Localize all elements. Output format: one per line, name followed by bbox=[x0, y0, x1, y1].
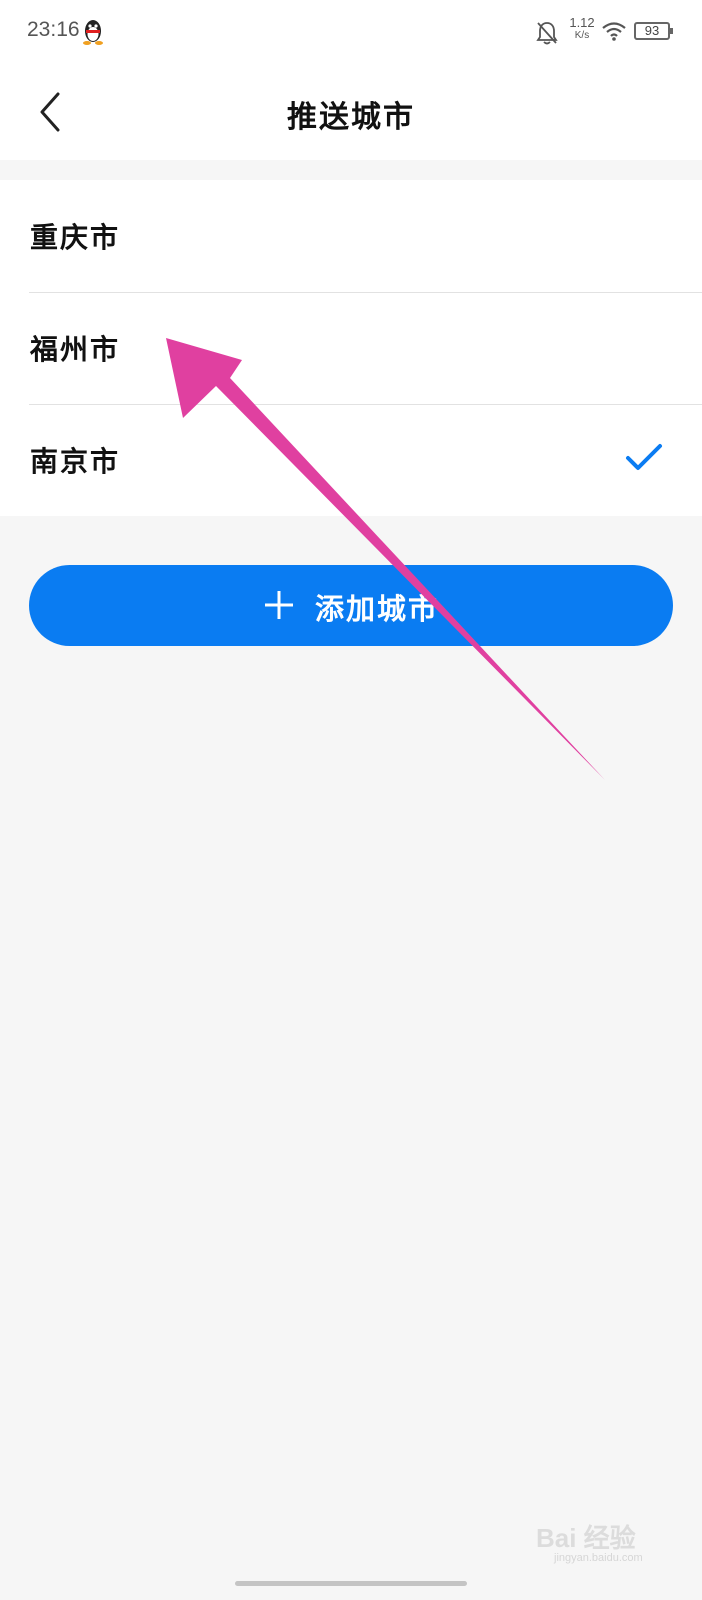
city-item-nanjing[interactable]: 南京市 bbox=[0, 404, 702, 516]
city-name: 重庆市 bbox=[30, 221, 121, 254]
watermark-brand: Bai 经验 bbox=[536, 1523, 636, 1553]
header: 推送城市 bbox=[0, 64, 702, 160]
net-speed-value: 1.12 bbox=[569, 15, 595, 30]
status-time: 23:16 bbox=[27, 18, 80, 41]
plus-icon bbox=[265, 591, 293, 619]
add-city-button[interactable]: 添加城市 bbox=[29, 565, 673, 646]
check-icon bbox=[626, 444, 662, 470]
battery-icon: 93 bbox=[634, 22, 673, 40]
add-city-label: 添加城市 bbox=[315, 592, 440, 626]
bell-muted-icon bbox=[536, 22, 558, 45]
status-bar: 23:16 1.12 K/s 93 bbox=[0, 0, 702, 64]
net-speed-unit: K/s bbox=[574, 30, 590, 41]
city-item-fuzhou[interactable]: 福州市 bbox=[0, 292, 702, 404]
qq-icon bbox=[83, 20, 103, 45]
network-speed: 1.12 K/s bbox=[566, 16, 598, 42]
city-list: 重庆市 福州市 南京市 bbox=[0, 180, 702, 516]
city-item-chongqing[interactable]: 重庆市 bbox=[0, 180, 702, 292]
watermark-url: jingyan.baidu.com bbox=[554, 1552, 643, 1564]
home-indicator[interactable] bbox=[235, 1581, 467, 1586]
city-name: 南京市 bbox=[30, 445, 121, 478]
page-title: 推送城市 bbox=[287, 100, 415, 135]
city-name: 福州市 bbox=[30, 333, 121, 366]
wifi-icon bbox=[602, 22, 626, 41]
baidu-watermark: Bai 经验 jingyan.baidu.com bbox=[536, 1512, 686, 1572]
